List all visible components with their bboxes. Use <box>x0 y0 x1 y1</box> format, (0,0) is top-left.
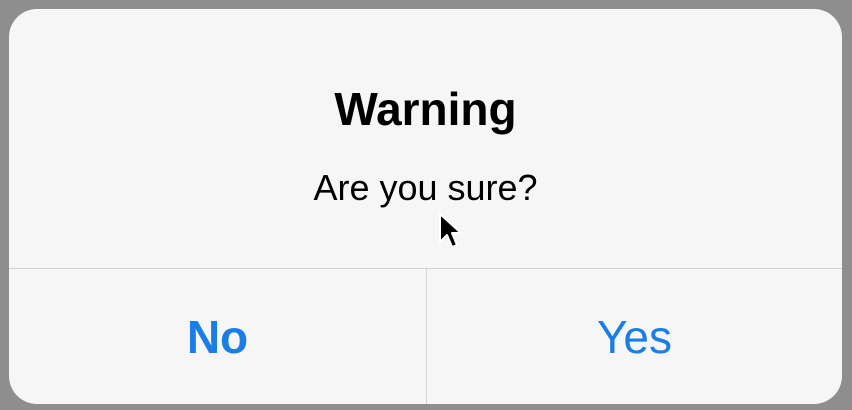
dialog-title: Warning <box>334 83 517 135</box>
alert-dialog: Warning Are you sure? No Yes <box>9 9 842 404</box>
no-button[interactable]: No <box>9 269 426 404</box>
mouse-pointer-icon <box>439 213 462 248</box>
dialog-message: Are you sure? <box>313 167 538 208</box>
yes-button[interactable]: Yes <box>427 269 842 404</box>
